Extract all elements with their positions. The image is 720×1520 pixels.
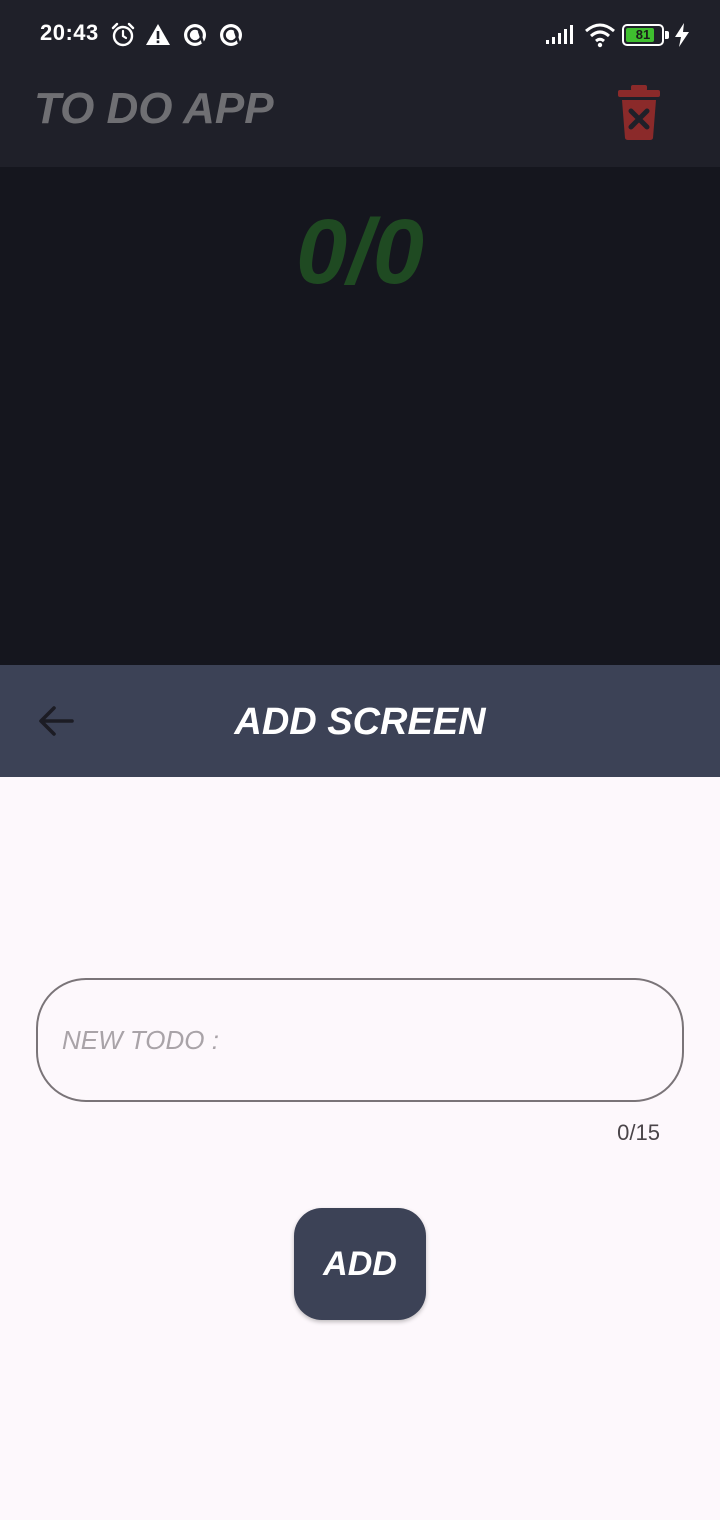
warning-icon	[146, 24, 170, 45]
delete-all-button[interactable]	[610, 82, 668, 144]
char-counter: 0/15	[617, 1120, 660, 1145]
add-screen-body: 0/15 ADD	[0, 777, 720, 1520]
charging-bolt-icon	[675, 23, 689, 47]
trash-x-icon	[618, 85, 660, 140]
status-time: 20:43	[40, 20, 99, 45]
battery-level-text: 81	[635, 27, 651, 42]
status-bar: 20:43 81	[0, 0, 720, 70]
completed-counter: 0/0	[296, 201, 424, 303]
add-screen-header: ADD SCREEN	[0, 665, 720, 777]
add-screen-title: ADD SCREEN	[234, 701, 486, 743]
app-title: TO DO APP	[34, 84, 274, 133]
battery-icon: 81	[622, 24, 670, 46]
wifi-icon	[585, 23, 615, 48]
new-todo-input[interactable]	[36, 978, 684, 1102]
alarm-icon	[111, 22, 135, 47]
a-circle-icon	[220, 24, 242, 46]
add-todo-button[interactable]: ADD	[294, 1208, 426, 1320]
signal-icon	[546, 25, 573, 44]
a-circle-icon	[184, 24, 206, 46]
app-bar: TO DO APP	[0, 70, 720, 167]
